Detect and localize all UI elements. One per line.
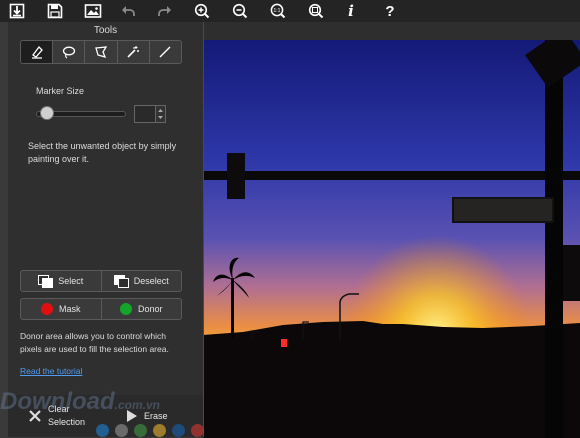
watermark-dot <box>172 424 185 437</box>
watermark-text: Download <box>0 388 115 415</box>
tools-panel: Tools Marker Size Select the unwanted ob… <box>8 22 204 437</box>
zoom-out-icon[interactable] <box>229 1 251 21</box>
tool-selector <box>20 40 182 64</box>
marker-icon <box>31 46 43 59</box>
help-icon[interactable]: ? <box>379 1 401 21</box>
undo-icon[interactable] <box>117 1 139 21</box>
watermark: Download.com.vn <box>0 388 160 418</box>
donor-label: Donor <box>137 304 163 314</box>
import-icon[interactable] <box>6 1 28 21</box>
zoom-in-icon[interactable] <box>191 1 213 21</box>
polygon-lasso-tool-button[interactable] <box>85 41 118 63</box>
polygon-lasso-icon <box>95 46 108 58</box>
magic-wand-icon <box>127 46 140 58</box>
instruction-text: Select the unwanted object by simply pai… <box>28 141 177 164</box>
line-tool-button[interactable] <box>150 41 181 63</box>
top-toolbar: 1:1 i ? <box>0 0 580 22</box>
redo-icon[interactable] <box>154 1 176 21</box>
photo[interactable] <box>203 40 580 438</box>
select-label: Select <box>58 276 84 286</box>
select-button[interactable]: Select <box>21 271 102 291</box>
marker-size-input[interactable] <box>134 105 156 123</box>
magic-wand-tool-button[interactable] <box>118 41 150 63</box>
marker-size-stepper[interactable] <box>155 105 166 123</box>
lasso-icon <box>62 46 75 59</box>
mask-label: Mask <box>58 304 81 314</box>
watermark-suffix: .com.vn <box>114 398 161 412</box>
mask-color-icon <box>40 303 53 315</box>
selection-buttons: Select Deselect <box>20 270 182 292</box>
image-icon[interactable] <box>82 1 104 21</box>
donor-color-icon <box>119 303 132 315</box>
deselect-label: Deselect <box>133 276 169 286</box>
marker-size-slider-handle[interactable] <box>40 106 54 120</box>
line-icon <box>159 46 171 58</box>
select-icon <box>38 275 54 288</box>
deselect-icon <box>113 275 129 288</box>
info-icon[interactable]: i <box>340 1 362 21</box>
save-icon[interactable] <box>44 1 66 21</box>
watermark-dot <box>153 424 166 437</box>
marker-tool-button[interactable] <box>21 41 54 63</box>
watermark-dot <box>115 424 128 437</box>
watermark-dot <box>134 424 147 437</box>
mask-donor-buttons: Mask Donor <box>20 298 182 320</box>
deselect-button[interactable]: Deselect <box>102 271 182 291</box>
image-canvas[interactable] <box>203 22 580 438</box>
donor-note: Donor area allows you to control which p… <box>20 331 169 354</box>
mask-button[interactable]: Mask <box>21 299 102 319</box>
watermark-dot <box>96 424 109 437</box>
zoom-fit-icon[interactable] <box>305 1 327 21</box>
watermark-dot <box>191 424 204 437</box>
zoom-actual-icon[interactable]: 1:1 <box>267 1 289 21</box>
tutorial-link[interactable]: Read the tutorial <box>20 366 82 376</box>
marker-size-label: Marker Size <box>36 86 85 96</box>
lasso-tool-button[interactable] <box>53 41 86 63</box>
panel-title: Tools <box>93 25 118 36</box>
donor-button[interactable]: Donor <box>102 299 182 319</box>
zoom-actual-label: 1:1 <box>274 8 281 14</box>
watermark-dots <box>96 424 204 437</box>
